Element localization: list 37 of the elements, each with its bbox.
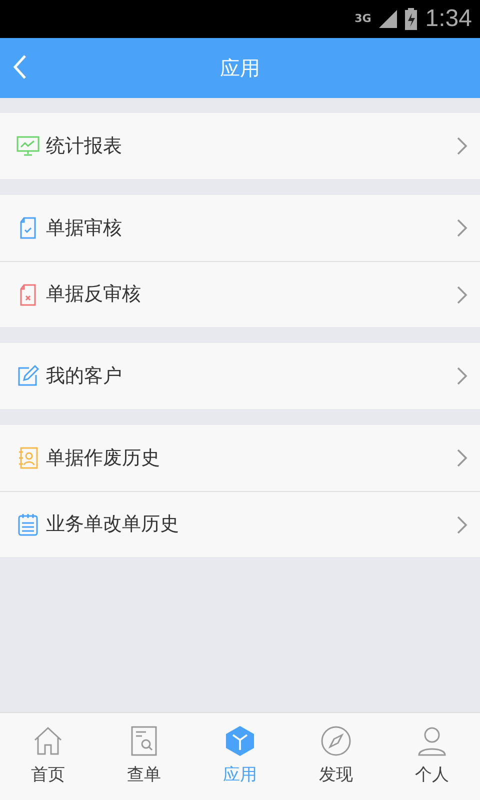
back-icon — [12, 54, 28, 80]
chevron-icon — [456, 284, 468, 304]
battery-icon — [405, 8, 418, 30]
chevron-icon — [456, 136, 468, 156]
menu-item-label: 统计报表 — [46, 134, 122, 159]
edit-icon — [16, 364, 40, 388]
chevron-icon — [456, 366, 468, 386]
network-label: 3G — [354, 10, 372, 27]
monitor-chart-icon — [16, 134, 40, 158]
tab[interactable]: 查单 — [96, 713, 192, 800]
tab[interactable]: 发现 — [288, 713, 384, 800]
cube-icon — [224, 724, 256, 757]
menu-item[interactable]: 单据作废历史 — [0, 425, 480, 491]
tab[interactable]: 个人 — [384, 713, 480, 800]
chevron-icon — [456, 448, 468, 468]
menu-item-label: 单据审核 — [46, 216, 122, 241]
compass-icon — [320, 724, 352, 757]
menu-item[interactable]: 统计报表 — [0, 113, 480, 179]
menu-item[interactable]: 我的客户 — [0, 343, 480, 409]
notepad-icon — [16, 512, 40, 536]
menu-item[interactable]: 单据审核 — [0, 195, 480, 261]
menu-item-label: 单据反审核 — [46, 282, 141, 308]
signal-icon — [379, 10, 398, 28]
back-button[interactable] — [12, 54, 28, 80]
chevron-icon — [456, 514, 468, 534]
menu-item[interactable]: 业务单改单历史 — [0, 491, 480, 557]
menu-item-label: 我的客户 — [46, 364, 122, 389]
tab[interactable]: 首页 — [0, 713, 96, 800]
home-icon — [32, 724, 64, 757]
menu-item-label: 单据作废历史 — [46, 446, 160, 471]
clock: 1:34 — [425, 4, 472, 34]
person-icon — [416, 724, 448, 757]
page-title: 应用 — [220, 55, 260, 82]
chevron-icon — [456, 218, 468, 238]
menu-item[interactable]: 单据反审核 — [0, 261, 480, 327]
contact-card-icon — [16, 446, 40, 470]
menu-item-label: 业务单改单历史 — [46, 512, 179, 538]
